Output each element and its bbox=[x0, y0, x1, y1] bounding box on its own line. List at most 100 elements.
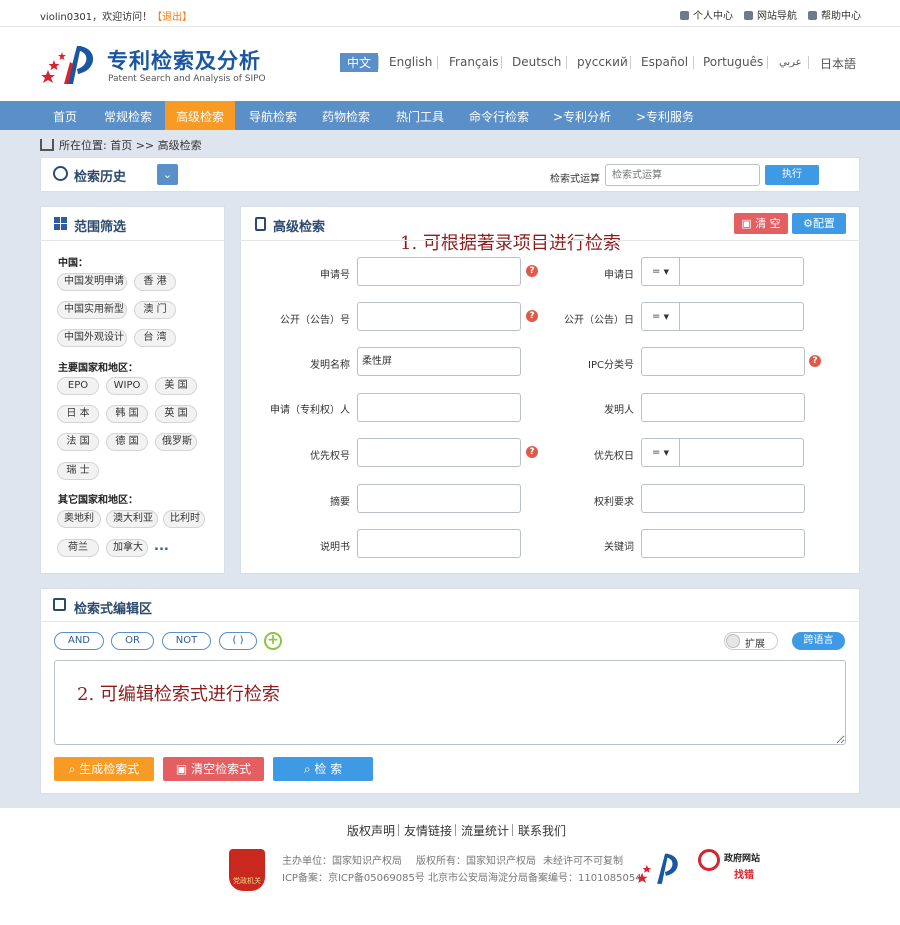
user-center-link[interactable]: 个人中心 bbox=[680, 7, 733, 22]
config-button[interactable]: ⚙配置 bbox=[792, 213, 846, 234]
grid-icon bbox=[54, 217, 67, 230]
tag-cn-invention[interactable]: 中国发明申请 bbox=[57, 273, 127, 291]
field-application-no[interactable] bbox=[357, 257, 521, 286]
op-select-application-date[interactable]: = ▼ bbox=[641, 257, 680, 286]
tag-belgium[interactable]: 比利时 bbox=[163, 510, 205, 528]
tag-korea[interactable]: 韩 国 bbox=[106, 405, 148, 423]
tag-cn-design[interactable]: 中国外观设计 bbox=[57, 329, 127, 347]
op-input[interactable] bbox=[605, 164, 760, 186]
op-paren-button[interactable]: ( ) bbox=[219, 632, 257, 650]
field-keywords[interactable] bbox=[641, 529, 805, 558]
footer-copy-notice: 未经许可不可复制 bbox=[543, 856, 623, 867]
history-title: 检索历史 bbox=[74, 170, 127, 185]
logout-link[interactable]: 【退出】 bbox=[152, 12, 192, 23]
tag-canada[interactable]: 加拿大 bbox=[106, 539, 148, 557]
tag-germany[interactable]: 德 国 bbox=[106, 433, 148, 451]
footer-stats-link[interactable]: 流量统计 bbox=[461, 822, 509, 839]
clear-button[interactable]: ▣ 清 空 bbox=[734, 213, 788, 234]
tag-france[interactable]: 法 国 bbox=[57, 433, 99, 451]
lang-en[interactable]: English bbox=[389, 55, 432, 69]
clear-query-button[interactable]: ▣ 清空检索式 bbox=[163, 757, 264, 781]
op-not-button[interactable]: NOT bbox=[162, 632, 211, 650]
tag-cn-utility[interactable]: 中国实用新型 bbox=[57, 301, 127, 319]
nav-patent-service[interactable]: >专利服务 bbox=[636, 108, 694, 125]
cross-language-button[interactable]: 跨语言 bbox=[792, 632, 845, 650]
field-publication-no[interactable] bbox=[357, 302, 521, 331]
field-priority-no[interactable] bbox=[357, 438, 521, 467]
footer-contact-link[interactable]: 联系我们 bbox=[518, 822, 566, 839]
op-or-button[interactable]: OR bbox=[111, 632, 154, 650]
execute-button[interactable]: 执行 bbox=[765, 165, 819, 185]
lang-zh[interactable]: 中文 bbox=[340, 53, 379, 72]
nav-hot-tools[interactable]: 热门工具 bbox=[396, 108, 444, 125]
field-inventor[interactable] bbox=[641, 393, 805, 422]
history-toggle-button[interactable]: ⌄ bbox=[157, 164, 178, 185]
advanced-title: 高级检索 bbox=[273, 220, 326, 235]
nav-regular-search[interactable]: 常规检索 bbox=[104, 108, 152, 125]
expand-toggle[interactable]: 扩展 bbox=[724, 632, 778, 650]
nav-command-search[interactable]: 命令行检索 bbox=[469, 108, 529, 125]
party-gov-badge-icon[interactable]: 党政机关 bbox=[229, 849, 265, 891]
user-greeting: violin0301，欢迎访问！【退出】 bbox=[40, 12, 193, 23]
tag-taiwan[interactable]: 台 湾 bbox=[134, 329, 176, 347]
home-icon[interactable] bbox=[40, 139, 54, 151]
field-claims[interactable] bbox=[641, 484, 805, 513]
lang-ru[interactable]: русский bbox=[577, 55, 628, 69]
field-application-date[interactable] bbox=[679, 257, 804, 286]
sipo-small-logo-icon bbox=[636, 853, 678, 884]
field-ipc[interactable] bbox=[641, 347, 805, 376]
field-abstract[interactable] bbox=[357, 484, 521, 513]
tag-epo[interactable]: EPO bbox=[57, 377, 99, 395]
lang-fr[interactable]: Français bbox=[449, 55, 498, 69]
nav-navigation-search[interactable]: 导航检索 bbox=[249, 108, 297, 125]
lang-ar[interactable]: عربي bbox=[779, 57, 802, 68]
op-select-priority-date[interactable]: = ▼ bbox=[641, 438, 680, 467]
label-application-no: 申请号 bbox=[320, 270, 350, 281]
field-description[interactable] bbox=[357, 529, 521, 558]
tag-netherlands[interactable]: 荷兰 bbox=[57, 539, 99, 557]
site-nav-link[interactable]: 网站导航 bbox=[744, 7, 797, 22]
add-icon[interactable]: + bbox=[264, 632, 282, 650]
tag-switzerland[interactable]: 瑞 士 bbox=[57, 462, 99, 480]
nav-patent-analysis[interactable]: >专利分析 bbox=[553, 108, 611, 125]
nav-advanced-search[interactable]: 高级检索 bbox=[176, 108, 224, 125]
tag-macau[interactable]: 澳 门 bbox=[134, 301, 176, 319]
tag-wipo[interactable]: WIPO bbox=[106, 377, 148, 395]
document-icon bbox=[255, 217, 266, 231]
footer-copyright-link[interactable]: 版权声明 bbox=[347, 822, 395, 839]
label-abstract: 摘要 bbox=[330, 497, 350, 508]
tag-hongkong[interactable]: 香 港 bbox=[134, 273, 176, 291]
tag-australia[interactable]: 澳大利亚 bbox=[106, 510, 158, 528]
nav-drug-search[interactable]: 药物检索 bbox=[322, 108, 370, 125]
edit-icon bbox=[53, 598, 66, 611]
tag-usa[interactable]: 美 国 bbox=[155, 377, 197, 395]
field-priority-date[interactable] bbox=[679, 438, 804, 467]
field-publication-date[interactable] bbox=[679, 302, 804, 331]
help-center-link[interactable]: 帮助中心 bbox=[808, 7, 861, 22]
op-and-button[interactable]: AND bbox=[54, 632, 104, 650]
nav-home[interactable]: 首页 bbox=[53, 108, 77, 125]
chevron-down-icon: ⌄ bbox=[162, 168, 173, 181]
lang-ja[interactable]: 日本語 bbox=[820, 55, 856, 72]
label-application-date: 申请日 bbox=[604, 270, 634, 281]
tag-austria[interactable]: 奥地利 bbox=[57, 510, 101, 528]
tag-russia[interactable]: 俄罗斯 bbox=[155, 433, 197, 451]
help-icon[interactable]: ? bbox=[809, 355, 821, 367]
lang-de[interactable]: Deutsch bbox=[512, 55, 561, 69]
tag-japan[interactable]: 日 本 bbox=[57, 405, 99, 423]
lang-es[interactable]: Español bbox=[641, 55, 688, 69]
search-button[interactable]: ⌕ 检 索 bbox=[273, 757, 373, 781]
gov-site-error-label[interactable]: 找错 bbox=[734, 866, 754, 881]
field-invention-title[interactable]: 柔性屏 bbox=[357, 347, 521, 376]
gov-site-label[interactable]: 政府网站 bbox=[724, 851, 760, 864]
field-applicant[interactable] bbox=[357, 393, 521, 422]
more-countries-link[interactable]: ... bbox=[154, 539, 169, 554]
footer-friend-links[interactable]: 友情链接 bbox=[404, 822, 452, 839]
lang-pt[interactable]: Português bbox=[703, 55, 763, 69]
generate-query-button[interactable]: ⌕ 生成检索式 bbox=[54, 757, 154, 781]
caret-down-icon: ▼ bbox=[663, 268, 669, 276]
tag-uk[interactable]: 英 国 bbox=[155, 405, 197, 423]
footer-owner: 版权所有：国家知识产权局 bbox=[416, 856, 536, 867]
annotation-2: 2. 可编辑检索式进行检索 bbox=[77, 684, 280, 705]
op-select-publication-date[interactable]: = ▼ bbox=[641, 302, 680, 331]
